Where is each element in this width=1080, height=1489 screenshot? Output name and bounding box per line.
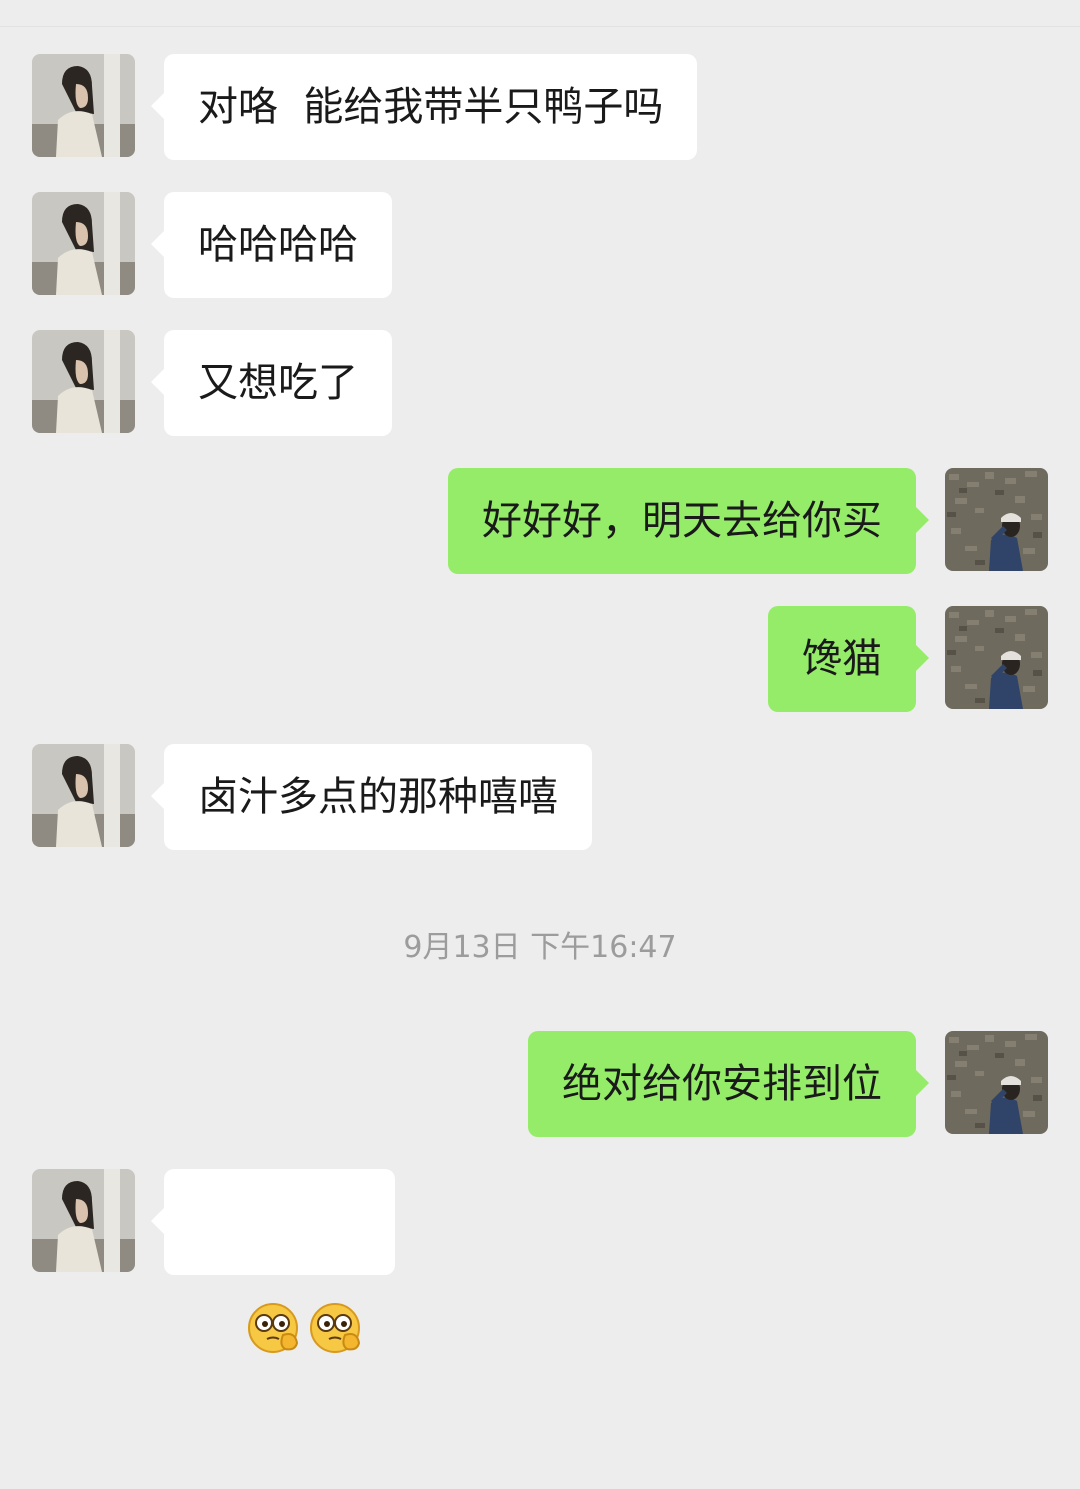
emoji-group [245, 1277, 365, 1383]
incoming-message-bubble[interactable]: 卤汁多点的那种嘻嘻 [151, 744, 592, 850]
outgoing-message-bubble[interactable]: 绝对给你安排到位 [528, 1031, 929, 1137]
outgoing-message-bubble[interactable]: 馋猫 [768, 606, 929, 712]
user-avatar[interactable] [945, 606, 1048, 709]
user-avatar[interactable] [945, 468, 1048, 571]
contact-avatar[interactable] [32, 744, 135, 847]
thinking-face-emoji [247, 1303, 298, 1353]
incoming-message-bubble[interactable]: 对咯 能给我带半只鸭子吗 [150, 54, 698, 160]
thinking-face-emoji [309, 1303, 360, 1353]
contact-avatar[interactable] [32, 330, 135, 433]
incoming-message-bubble[interactable]: 又想吃了 [151, 330, 392, 436]
contact-avatar[interactable] [32, 192, 135, 295]
outgoing-message-bubble[interactable]: 好好好，明天去给你买 [448, 468, 929, 574]
header-divider [0, 26, 1080, 27]
chat-timestamp: 9月13日 下午16:47 [403, 930, 677, 965]
contact-avatar[interactable] [32, 1169, 135, 1272]
incoming-message-bubble[interactable]: 哈哈哈哈 [151, 192, 392, 298]
user-avatar[interactable] [945, 1031, 1048, 1134]
incoming-message-bubble[interactable] [151, 1169, 395, 1353]
contact-avatar[interactable] [32, 54, 135, 157]
